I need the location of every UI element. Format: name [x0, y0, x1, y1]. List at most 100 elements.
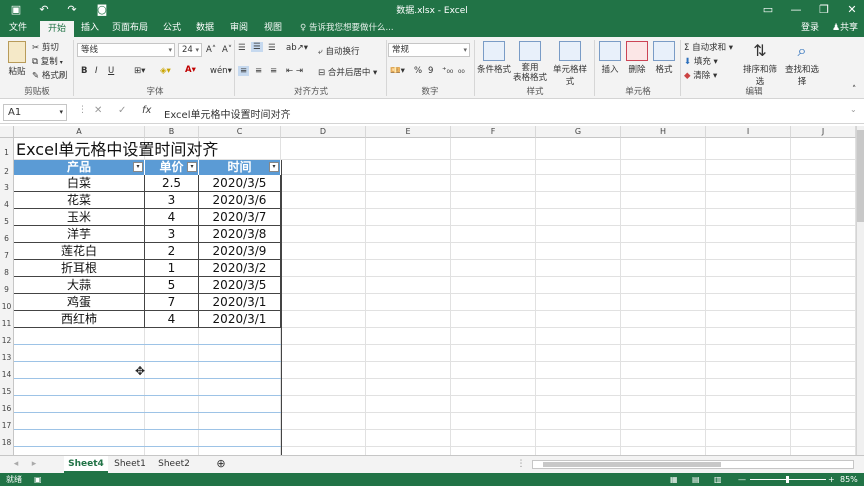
- align-center-icon[interactable]: ≡: [255, 66, 262, 76]
- table-cell[interactable]: 2020/3/5: [199, 277, 281, 294]
- bold-button[interactable]: B: [81, 66, 87, 76]
- tab-review[interactable]: 审阅: [227, 20, 251, 37]
- row-header[interactable]: 4: [0, 192, 14, 209]
- table-cell[interactable]: 4: [145, 311, 199, 328]
- zoom-out-icon[interactable]: —: [738, 473, 746, 486]
- table-cell[interactable]: 2020/3/9: [199, 243, 281, 260]
- phonetic-icon[interactable]: wén▾: [210, 66, 232, 76]
- column-header[interactable]: G: [536, 126, 621, 138]
- wrap-text-button[interactable]: ⤶ 自动换行: [318, 45, 359, 57]
- format-painter-button[interactable]: ✎ 格式刷: [32, 69, 67, 81]
- autosum-button[interactable]: Σ 自动求和 ▾: [684, 41, 733, 53]
- align-top-icon[interactable]: ☰: [238, 43, 246, 53]
- orientation-icon[interactable]: ab↗▾: [286, 43, 308, 53]
- tab-split-icon[interactable]: ⋮: [516, 456, 526, 473]
- tab-formulas[interactable]: 公式: [160, 20, 184, 37]
- row-header[interactable]: 9: [0, 277, 14, 294]
- fill-button[interactable]: ⬇ 填充 ▾: [684, 55, 718, 67]
- conditional-format-button[interactable]: 条件格式: [477, 41, 511, 75]
- shrink-font-icon[interactable]: A˅: [222, 45, 232, 55]
- zoom-level[interactable]: 85%: [840, 473, 858, 486]
- sort-filter-button[interactable]: ⇅ 排序和筛选: [740, 41, 780, 87]
- align-bottom-icon[interactable]: ☰: [268, 43, 276, 53]
- table-cell[interactable]: 2020/3/8: [199, 226, 281, 243]
- table-cell[interactable]: 花菜: [14, 192, 145, 209]
- table-cell[interactable]: 白菜: [14, 175, 145, 192]
- comma-button[interactable]: 9: [428, 66, 433, 76]
- scroll-left-icon[interactable]: ◂: [10, 456, 22, 473]
- row-header[interactable]: 2: [0, 160, 14, 176]
- table-cell[interactable]: 西红柿: [14, 311, 145, 328]
- column-header[interactable]: E: [366, 126, 451, 138]
- table-cell[interactable]: 3: [145, 192, 199, 209]
- tab-data[interactable]: 数据: [193, 20, 217, 37]
- name-box[interactable]: A1 ▾: [3, 104, 67, 121]
- table-cell[interactable]: 2020/3/2: [199, 260, 281, 277]
- row-header[interactable]: 18: [0, 430, 14, 447]
- insert-cells-button[interactable]: 插入: [597, 41, 623, 75]
- table-cell[interactable]: 2020/3/6: [199, 192, 281, 209]
- row-header[interactable]: 5: [0, 209, 14, 226]
- row-header[interactable]: 6: [0, 226, 14, 243]
- page-break-view-icon[interactable]: ▥: [714, 473, 722, 486]
- minimize-icon[interactable]: —: [788, 2, 804, 18]
- cell-styles-button[interactable]: 单元格样式: [549, 41, 591, 87]
- collapse-ribbon-icon[interactable]: ˄: [852, 85, 856, 95]
- select-all-corner[interactable]: [0, 126, 14, 138]
- table-cell[interactable]: 2020/3/7: [199, 209, 281, 226]
- find-select-button[interactable]: ⌕ 查找和选择: [782, 41, 822, 87]
- table-header-cell[interactable]: 产品: [14, 160, 145, 175]
- scroll-right-icon[interactable]: ▸: [28, 456, 40, 473]
- underline-button[interactable]: U: [108, 66, 114, 76]
- table-cell[interactable]: 大蒜: [14, 277, 145, 294]
- scroll-thumb[interactable]: [857, 130, 864, 222]
- clear-button[interactable]: ◆ 清除 ▾: [684, 69, 717, 81]
- tell-me-box[interactable]: ♀ 告诉我您想要做什么...: [300, 20, 394, 37]
- table-cell[interactable]: 5: [145, 277, 199, 294]
- cut-button[interactable]: ✂ 剪切: [32, 41, 59, 53]
- font-size-select[interactable]: 24 ▾: [178, 43, 202, 57]
- align-middle-icon[interactable]: ☰: [251, 42, 263, 52]
- zoom-slider-thumb[interactable]: [786, 476, 789, 483]
- format-as-table-button[interactable]: 套用 表格格式: [511, 41, 549, 83]
- normal-view-icon[interactable]: ▦: [670, 473, 678, 486]
- close-icon[interactable]: ✕: [844, 2, 860, 18]
- table-cell[interactable]: 2: [145, 243, 199, 260]
- table-cell[interactable]: 莲花白: [14, 243, 145, 260]
- copy-button[interactable]: ⧉ 复制 ▾: [32, 55, 63, 67]
- column-header[interactable]: H: [621, 126, 706, 138]
- merge-center-button[interactable]: ⊟ 合并后居中 ▾: [318, 66, 377, 78]
- sheet-tab-sheet4[interactable]: Sheet4: [64, 456, 108, 473]
- row-header[interactable]: 15: [0, 379, 14, 396]
- ribbon-display-icon[interactable]: ▭: [760, 2, 776, 18]
- horizontal-scrollbar[interactable]: [532, 460, 854, 469]
- sheet-tab-sheet1[interactable]: Sheet1: [110, 456, 150, 473]
- table-cell[interactable]: 3: [145, 226, 199, 243]
- cancel-icon[interactable]: ✕: [94, 105, 102, 116]
- increase-decimal-icon[interactable]: ⁺₀₀: [442, 66, 453, 76]
- worksheet-grid[interactable]: Excel单元格中设置时间对齐 产品 ▾ 单价 ▾ 时间 ▾ 白菜 2.5 2020/3/5 花菜 3…: [14, 138, 856, 455]
- row-header[interactable]: 16: [0, 396, 14, 413]
- column-header[interactable]: J: [791, 126, 856, 138]
- row-header[interactable]: 7: [0, 243, 14, 260]
- tab-page-layout[interactable]: 页面布局: [110, 20, 150, 37]
- indent-icon[interactable]: ⇤ ⇥: [286, 66, 303, 76]
- tab-insert[interactable]: 插入: [78, 20, 102, 37]
- column-header[interactable]: D: [281, 126, 366, 138]
- h-scroll-thumb[interactable]: [543, 462, 721, 467]
- login-link[interactable]: 登录: [798, 20, 822, 37]
- expand-formula-icon[interactable]: ⌄: [850, 105, 857, 114]
- column-header[interactable]: C: [199, 126, 281, 138]
- italic-button[interactable]: I: [95, 66, 98, 76]
- currency-icon[interactable]: 💴▾: [390, 66, 405, 76]
- macro-record-icon[interactable]: ▣: [34, 473, 42, 486]
- table-cell[interactable]: 2020/3/5: [199, 175, 281, 192]
- add-sheet-icon[interactable]: ⊕: [212, 456, 230, 473]
- table-cell[interactable]: 鸡蛋: [14, 294, 145, 311]
- align-right-icon[interactable]: ≡: [270, 66, 277, 76]
- number-format-select[interactable]: 常规 ▾: [388, 43, 470, 57]
- table-cell[interactable]: 玉米: [14, 209, 145, 226]
- enter-icon[interactable]: ✓: [118, 105, 126, 116]
- sheet-tab-sheet2[interactable]: Sheet2: [154, 456, 194, 473]
- column-header[interactable]: B: [145, 126, 199, 138]
